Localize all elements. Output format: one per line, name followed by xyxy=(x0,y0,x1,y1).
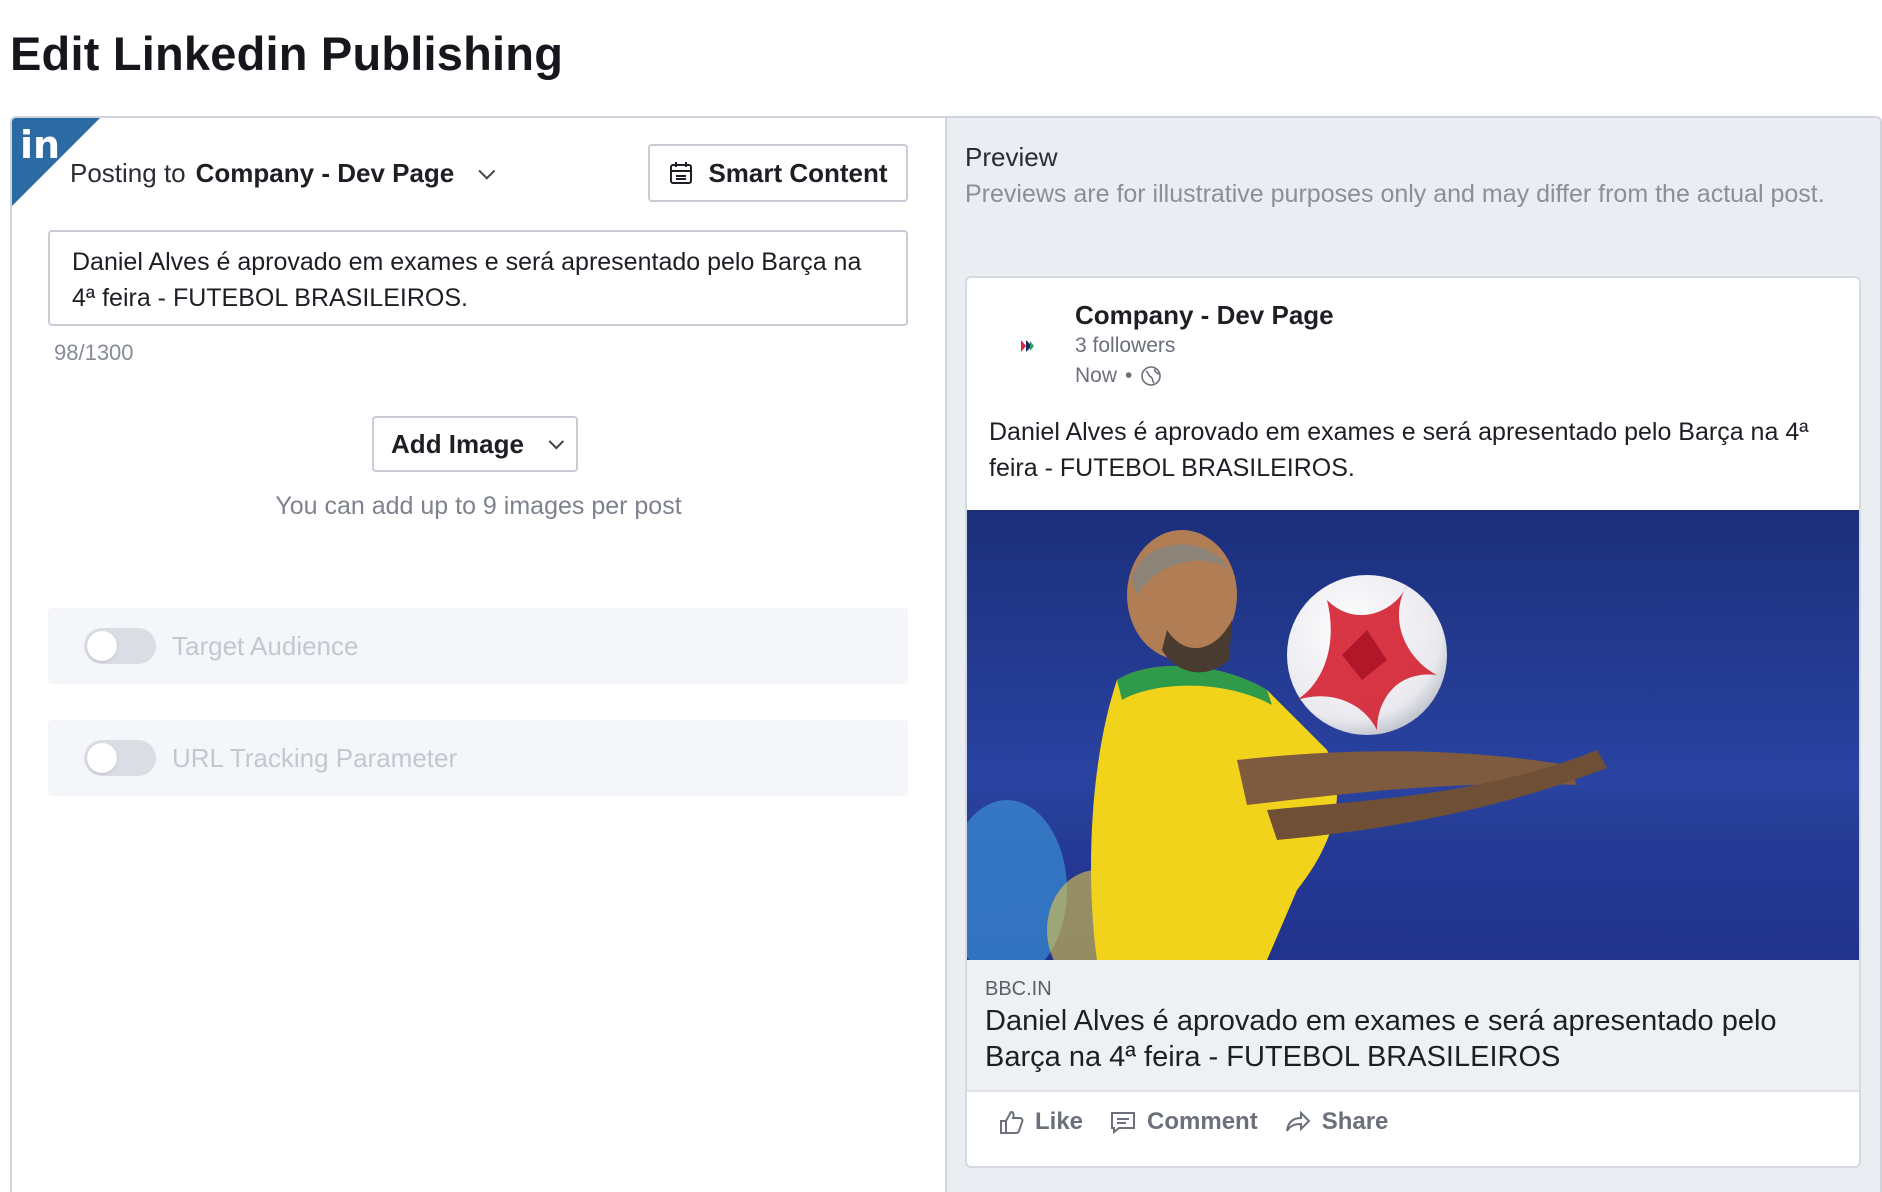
share-arrow-icon xyxy=(1285,1110,1311,1132)
globe-icon xyxy=(1141,366,1162,386)
url-tracking-toggle[interactable] xyxy=(84,740,156,776)
comment-label: Comment xyxy=(1147,1108,1258,1135)
comment-icon xyxy=(1111,1112,1136,1135)
option-label: Target Audience xyxy=(172,630,359,661)
chevron-down-icon xyxy=(478,162,496,180)
option-url-tracking: URL Tracking Parameter xyxy=(48,720,908,796)
chevron-down-icon xyxy=(548,433,565,449)
share-label: Share xyxy=(1321,1108,1389,1135)
posting-target: Company - Dev Page xyxy=(195,158,455,188)
card-post-text: Daniel Alves é aprovado em exames e será… xyxy=(989,418,1809,482)
card-timestamp: Now • xyxy=(1075,364,1162,388)
page-title: Edit Linkedin Publishing xyxy=(10,27,564,80)
card-time-label: Now xyxy=(1075,364,1118,387)
thumbs-up-icon xyxy=(1000,1110,1024,1134)
post-image xyxy=(967,510,1859,960)
like-action[interactable]: Like xyxy=(997,1108,1083,1136)
post-preview-card: Company - Dev Page 3 followers Now • Dan… xyxy=(965,276,1861,1168)
linkedin-icon: in xyxy=(20,123,61,167)
preview-pane: Preview Previews are for illustrative pu… xyxy=(947,118,1880,1192)
calendar-robot-icon xyxy=(670,162,693,184)
share-action[interactable]: Share xyxy=(1284,1108,1389,1136)
card-actions: Like Comment Share xyxy=(997,1108,1388,1136)
add-image-button[interactable]: Add Image xyxy=(372,416,578,472)
preview-note: Previews are for illustrative purposes o… xyxy=(965,180,1825,208)
posting-to-selector[interactable]: Posting to Company - Dev Page xyxy=(70,158,496,189)
add-image-hint: You can add up to 9 images per post xyxy=(275,492,682,520)
target-audience-toggle[interactable] xyxy=(84,628,156,664)
option-target-audience: Target Audience xyxy=(48,608,908,684)
post-editor: in Posting to Company - Dev Page Smart C… xyxy=(12,118,945,1192)
post-text-input[interactable]: Daniel Alves é aprovado em exames e será… xyxy=(48,230,908,326)
smart-content-label: Smart Content xyxy=(708,157,888,188)
posting-prefix: Posting to xyxy=(70,158,186,188)
smart-content-button[interactable]: Smart Content xyxy=(648,144,908,202)
company-logo-icon xyxy=(1021,340,1034,352)
card-company-name: Company - Dev Page xyxy=(1075,300,1334,330)
publishing-panel: in Posting to Company - Dev Page Smart C… xyxy=(10,116,1882,1192)
preview-title: Preview xyxy=(965,142,1058,172)
option-label: URL Tracking Parameter xyxy=(172,742,458,773)
dot-separator: • xyxy=(1125,364,1133,387)
card-followers: 3 followers xyxy=(1075,334,1176,357)
comment-action[interactable]: Comment xyxy=(1109,1108,1258,1136)
link-domain: BBC.IN xyxy=(985,978,1052,1000)
link-preview[interactable]: BBC.IN Daniel Alves é aprovado em exames… xyxy=(967,960,1859,1092)
character-count: 98/1300 xyxy=(54,340,134,365)
add-image-label: Add Image xyxy=(391,428,524,459)
like-label: Like xyxy=(1035,1108,1084,1135)
link-title: Daniel Alves é aprovado em exames e será… xyxy=(985,1005,1777,1073)
